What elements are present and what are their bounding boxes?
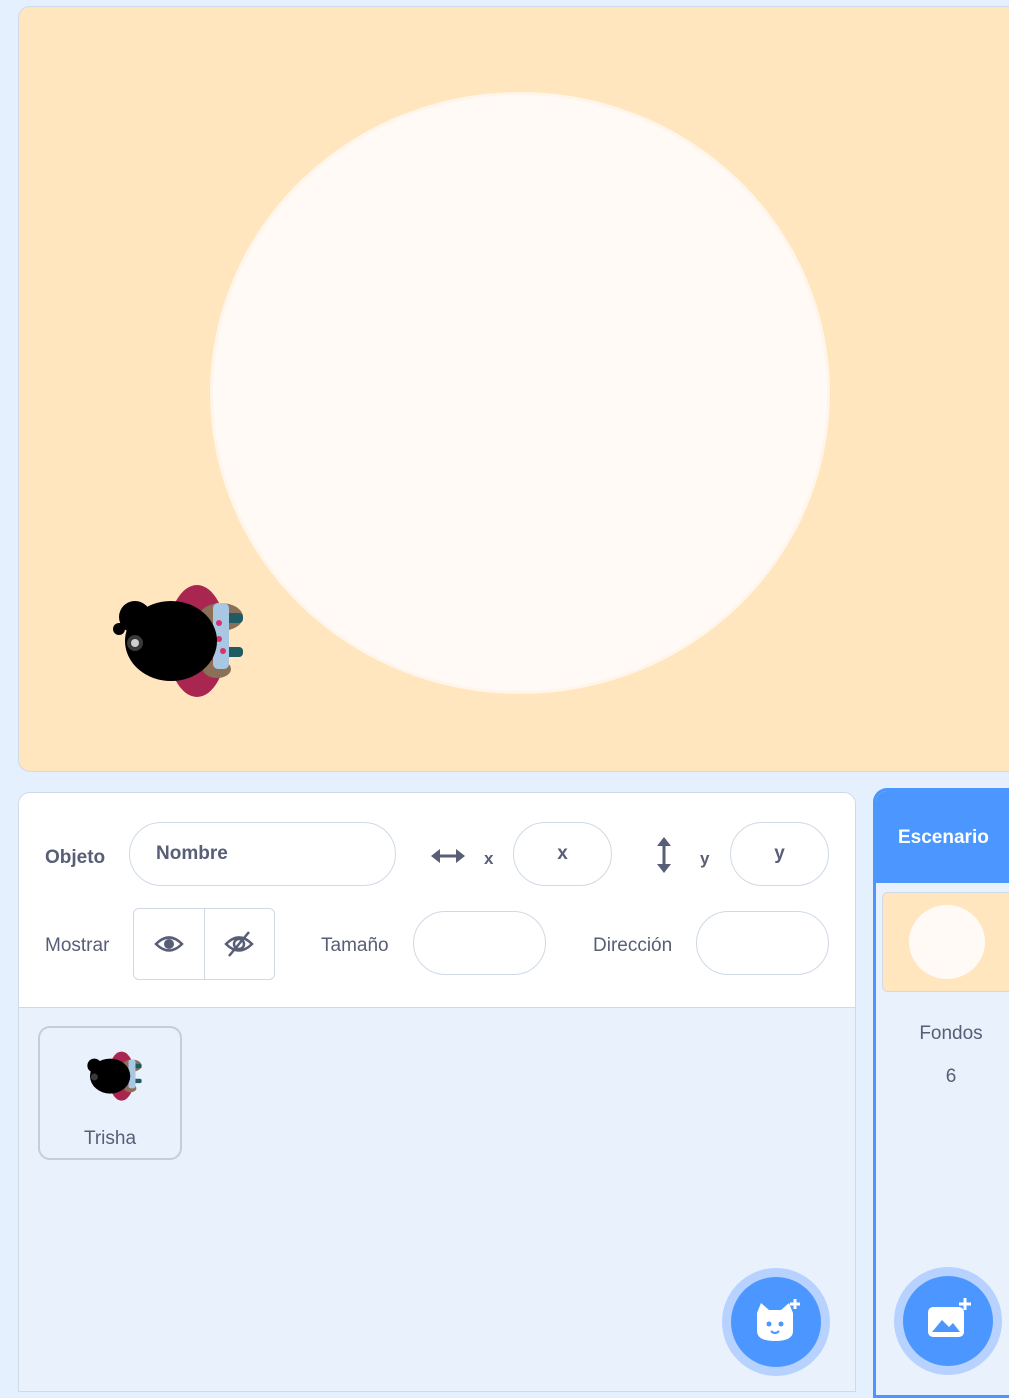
y-input-placeholder: y <box>774 843 785 864</box>
direction-input[interactable] <box>696 911 829 975</box>
sprite-tile-trisha[interactable]: Trisha <box>38 1026 182 1160</box>
visibility-toggle <box>133 908 275 980</box>
x-label: x <box>484 849 494 868</box>
sprite-tile-thumbnail <box>87 1051 142 1101</box>
x-input-placeholder: x <box>557 843 568 864</box>
sprite-trisha-on-stage[interactable] <box>93 569 253 699</box>
direction-label: Dirección <box>593 935 673 956</box>
size-label: Tamaño <box>321 935 389 956</box>
choose-backdrop-button[interactable] <box>894 1267 1002 1375</box>
cat-plus-icon <box>757 1299 800 1341</box>
sprite-name-placeholder: Nombre <box>156 843 228 864</box>
stage-circle-backdrop <box>213 95 827 691</box>
stage-tab-label: Escenario <box>898 827 989 848</box>
choose-sprite-button[interactable] <box>722 1268 830 1376</box>
backdrops-label: Fondos <box>919 1023 983 1044</box>
horizontal-arrows-icon <box>431 849 465 863</box>
stage-thumbnail-circle <box>909 905 985 979</box>
backdrops-count: 6 <box>945 1066 957 1087</box>
stage-tab[interactable]: Escenario <box>876 791 1009 883</box>
show-sprite-button[interactable] <box>134 909 204 979</box>
vertical-arrows-icon <box>657 837 671 873</box>
eye-icon <box>153 936 184 952</box>
sprite-name-input[interactable]: Nombre <box>129 822 396 886</box>
hide-sprite-button[interactable] <box>203 909 275 979</box>
sprite-info-panel: Objeto Nombre x x y y Mostrar Tamaño Dir… <box>19 793 855 1008</box>
y-label: y <box>700 849 710 868</box>
stage-canvas[interactable] <box>18 6 1009 772</box>
x-input[interactable]: x <box>513 822 612 886</box>
size-input[interactable] <box>413 911 546 975</box>
show-label: Mostrar <box>45 935 110 956</box>
eye-slash-icon <box>224 931 255 957</box>
stage-thumbnail[interactable] <box>882 892 1009 992</box>
image-plus-icon <box>928 1298 971 1337</box>
y-input[interactable]: y <box>730 822 829 886</box>
object-label: Objeto <box>45 847 106 868</box>
sprite-tile-name: Trisha <box>83 1128 137 1149</box>
sprite-pane: Objeto Nombre x x y y Mostrar Tamaño Dir… <box>18 792 856 1392</box>
